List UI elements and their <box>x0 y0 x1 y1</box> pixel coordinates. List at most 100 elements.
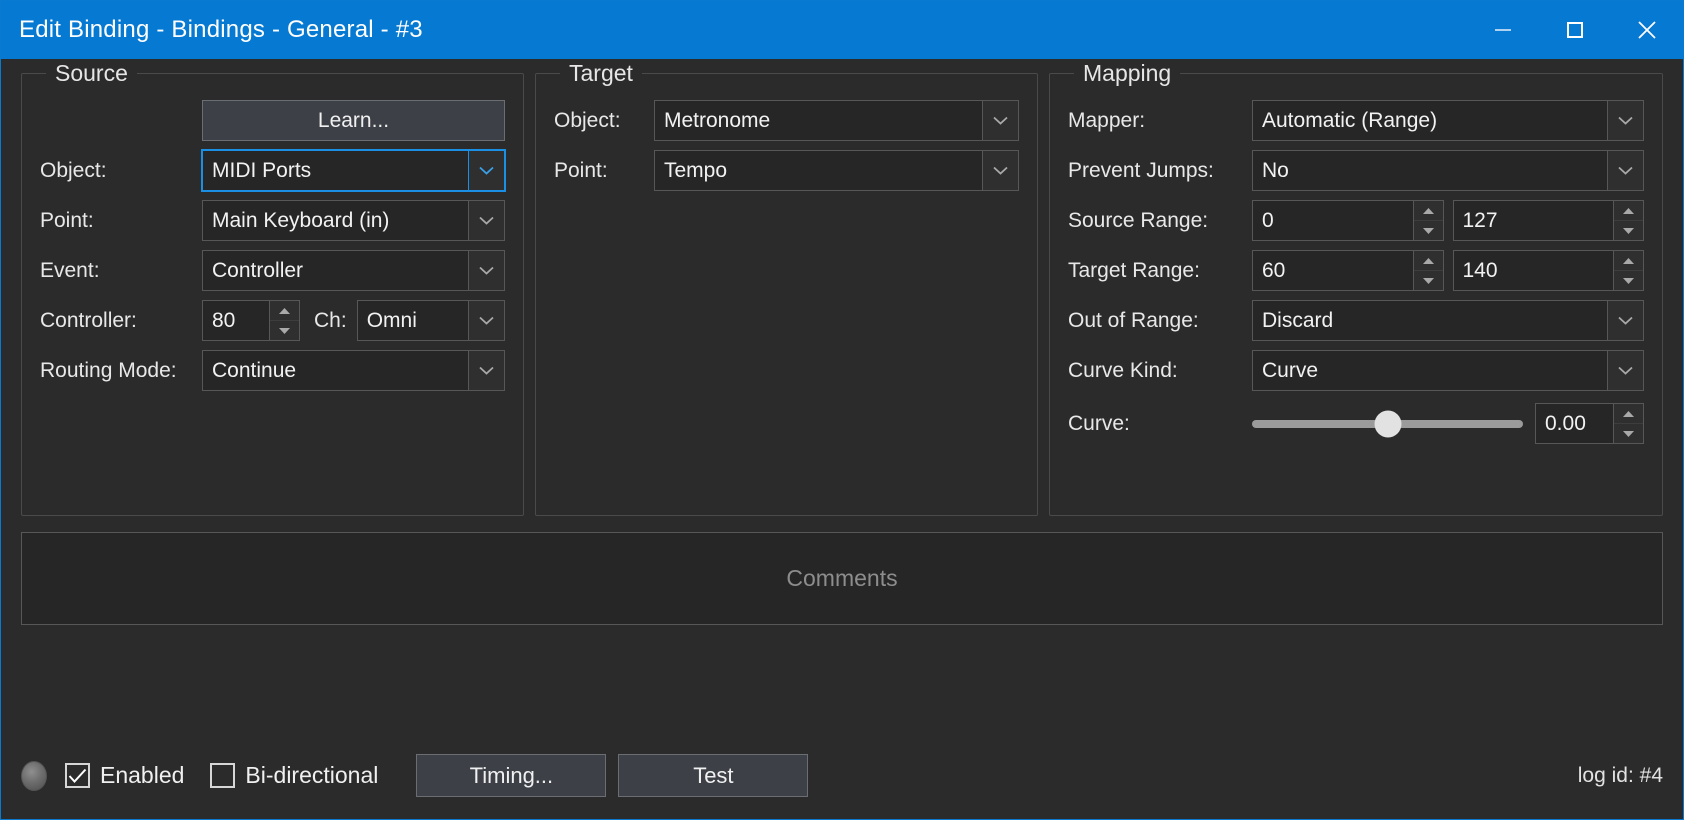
maximize-icon <box>1563 18 1587 42</box>
mapping-curve-spinbox[interactable]: 0.00 <box>1535 403 1644 444</box>
source-object-value: MIDI Ports <box>202 150 468 191</box>
target-legend: Target <box>560 60 642 86</box>
mapping-out-of-range-value: Discard <box>1252 300 1607 341</box>
minimize-icon <box>1491 18 1515 42</box>
source-event-row: Event: Controller <box>40 250 505 291</box>
mapping-curve-value: 0.00 <box>1535 403 1613 444</box>
source-controller-label: Controller: <box>40 308 137 332</box>
target-point-row: Point: Tempo <box>554 150 1019 191</box>
mapping-prevent-jumps-combobox[interactable]: No <box>1252 150 1644 191</box>
comments-placeholder: Comments <box>786 565 898 591</box>
mapping-mapper-combobox[interactable]: Automatic (Range) <box>1252 100 1644 141</box>
source-object-label: Object: <box>40 158 107 182</box>
mapping-source-range-min-value: 0 <box>1252 200 1413 241</box>
source-point-row: Point: Main Keyboard (in) <box>40 200 505 241</box>
bidirectional-checkbox-label: Bi-directional <box>245 762 379 788</box>
mapping-target-range-min-spinbox[interactable]: 60 <box>1252 250 1444 291</box>
source-controller-spinbox[interactable]: 80 <box>202 300 300 341</box>
chevron-down-icon <box>468 300 505 341</box>
mapping-target-range-min-value: 60 <box>1252 250 1413 291</box>
mapping-curve-slider[interactable] <box>1252 403 1535 444</box>
window-controls <box>1467 1 1683 59</box>
test-button[interactable]: Test <box>618 754 809 797</box>
spinner-down-button[interactable] <box>1414 221 1443 240</box>
minimize-button[interactable] <box>1467 1 1539 59</box>
mapping-target-range-max-value: 140 <box>1452 250 1613 291</box>
spinner-up-button[interactable] <box>1413 201 1443 221</box>
mapping-source-range-row: Source Range: 0 127 <box>1068 200 1644 241</box>
spinner-down-button[interactable] <box>1414 271 1443 290</box>
mapping-source-range-label: Source Range: <box>1068 208 1209 232</box>
timing-button[interactable]: Timing... <box>416 754 607 797</box>
source-point-label: Point: <box>40 208 94 232</box>
mapping-out-of-range-row: Out of Range: Discard <box>1068 300 1644 341</box>
chevron-down-icon <box>468 350 505 391</box>
slider-track[interactable] <box>1252 410 1523 437</box>
target-point-combobox[interactable]: Tempo <box>654 150 1019 191</box>
source-routing-mode-row: Routing Mode: Continue <box>40 350 505 391</box>
source-routing-mode-label: Routing Mode: <box>40 358 177 382</box>
enabled-checkbox-label: Enabled <box>100 762 185 788</box>
mapping-mapper-value: Automatic (Range) <box>1252 100 1607 141</box>
mapping-out-of-range-label: Out of Range: <box>1068 308 1199 332</box>
source-group: Source Learn... Object: MIDI Ports Point… <box>21 60 524 516</box>
activity-led-indicator <box>21 760 47 791</box>
learn-button[interactable]: Learn... <box>202 100 505 141</box>
source-event-value: Controller <box>202 250 468 291</box>
close-button[interactable] <box>1611 1 1683 59</box>
source-channel-combobox[interactable]: Omni <box>356 300 505 341</box>
spinner-up-button[interactable] <box>1614 404 1643 424</box>
checkmark-icon <box>68 768 87 783</box>
mapping-curve-row: Curve: 0.00 <box>1068 403 1644 444</box>
spinner-buttons[interactable] <box>1412 250 1444 291</box>
spinner-down-button[interactable] <box>1614 271 1643 290</box>
source-object-combobox[interactable]: MIDI Ports <box>201 149 506 192</box>
enabled-checkbox[interactable]: Enabled <box>65 762 184 789</box>
mapping-curve-kind-row: Curve Kind: Curve <box>1068 350 1644 391</box>
mapping-prevent-jumps-label: Prevent Jumps: <box>1068 158 1214 182</box>
slider-handle[interactable] <box>1374 410 1401 437</box>
source-learn-row: Learn... <box>40 100 505 141</box>
spinner-buttons[interactable] <box>1613 250 1644 291</box>
chevron-down-icon <box>468 150 505 191</box>
spinner-buttons[interactable] <box>1613 200 1644 241</box>
log-id-label: log id: #4 <box>1577 763 1663 787</box>
spinner-up-button[interactable] <box>1614 251 1643 271</box>
edit-binding-window: Edit Binding - Bindings - General - #3 S… <box>0 0 1684 820</box>
source-routing-mode-value: Continue <box>202 350 468 391</box>
mapping-legend: Mapping <box>1074 60 1181 86</box>
mapping-source-range-max-spinbox[interactable]: 127 <box>1452 200 1644 241</box>
mapping-source-range-min-spinbox[interactable]: 0 <box>1252 200 1444 241</box>
source-controller-row: Controller: 80 Ch: Omni <box>40 300 505 341</box>
source-point-combobox[interactable]: Main Keyboard (in) <box>202 200 505 241</box>
target-object-label: Object: <box>554 108 621 132</box>
bidirectional-checkbox[interactable]: Bi-directional <box>210 762 378 789</box>
mapping-target-range-max-spinbox[interactable]: 140 <box>1452 250 1644 291</box>
chevron-down-icon <box>468 200 505 241</box>
spinner-up-button[interactable] <box>270 301 299 321</box>
spinner-up-button[interactable] <box>1413 251 1443 271</box>
mapping-curve-kind-combobox[interactable]: Curve <box>1252 350 1644 391</box>
target-point-label: Point: <box>554 158 608 182</box>
source-event-combobox[interactable]: Controller <box>202 250 505 291</box>
spinner-buttons[interactable] <box>269 300 300 341</box>
mapping-out-of-range-combobox[interactable]: Discard <box>1252 300 1644 341</box>
target-object-row: Object: Metronome <box>554 100 1019 141</box>
source-routing-mode-combobox[interactable]: Continue <box>202 350 505 391</box>
comments-input[interactable]: Comments <box>21 532 1663 625</box>
spinner-buttons[interactable] <box>1412 200 1444 241</box>
maximize-button[interactable] <box>1539 1 1611 59</box>
mapping-mapper-row: Mapper: Automatic (Range) <box>1068 100 1644 141</box>
spinner-down-button[interactable] <box>270 321 299 340</box>
panels-row: Source Learn... Object: MIDI Ports Point… <box>21 60 1663 516</box>
spinner-down-button[interactable] <box>1614 424 1643 443</box>
spinner-down-button[interactable] <box>1614 221 1643 240</box>
mapping-curve-kind-label: Curve Kind: <box>1068 358 1178 382</box>
spinner-buttons[interactable] <box>1613 403 1644 444</box>
mapping-prevent-jumps-row: Prevent Jumps: No <box>1068 150 1644 191</box>
source-legend: Source <box>46 60 137 86</box>
bidirectional-checkbox-box <box>210 763 236 788</box>
spinner-up-button[interactable] <box>1614 201 1643 221</box>
target-object-combobox[interactable]: Metronome <box>654 100 1019 141</box>
enabled-checkbox-box <box>65 763 90 788</box>
